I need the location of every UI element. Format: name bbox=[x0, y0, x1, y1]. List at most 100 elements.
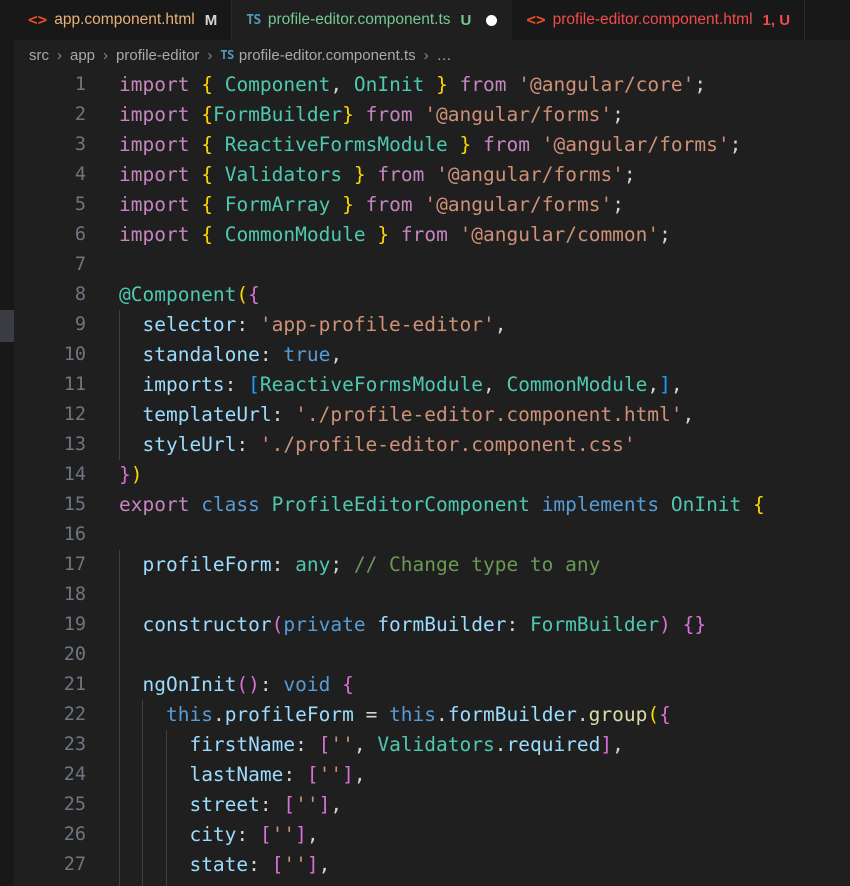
code-token: ] bbox=[342, 763, 354, 786]
code-line-text[interactable]: imports: [ReactiveFormsModule, CommonMod… bbox=[86, 370, 850, 400]
code-token: ] bbox=[295, 823, 307, 846]
line-number: 3 bbox=[74, 134, 86, 155]
code-line-text[interactable]: }) bbox=[86, 460, 850, 490]
code-line[interactable]: 26 city: [''], bbox=[14, 820, 850, 850]
breadcrumb-item-1[interactable]: app bbox=[69, 47, 96, 64]
code-line[interactable]: 25 street: [''], bbox=[14, 790, 850, 820]
code-line-text[interactable]: import { Validators } from '@angular/for… bbox=[86, 160, 850, 190]
code-line[interactable]: 11 imports: [ReactiveFormsModule, Common… bbox=[14, 370, 850, 400]
line-number: 14 bbox=[63, 464, 86, 485]
code-token: profileForm bbox=[142, 553, 272, 576]
code-token: CommonModule bbox=[224, 223, 366, 246]
code-line[interactable]: 24 lastName: [''], bbox=[14, 760, 850, 790]
code-line[interactable]: 4 import { Validators } from '@angular/fo… bbox=[14, 160, 850, 190]
code-line[interactable]: 10 standalone: true, bbox=[14, 340, 850, 370]
code-token: , bbox=[670, 373, 683, 396]
code-token: [ bbox=[283, 793, 296, 816]
code-line-text[interactable]: profileForm: any; // Change type to any bbox=[86, 550, 850, 580]
code-line[interactable]: 21 ngOnInit(): void { bbox=[14, 670, 850, 700]
code-line-text[interactable]: lastName: [''], bbox=[86, 760, 850, 790]
code-line[interactable]: 14}) bbox=[14, 460, 850, 490]
code-line-text[interactable]: ngOnInit(): void { bbox=[86, 670, 850, 700]
line-number: 26 bbox=[63, 824, 86, 845]
breadcrumb-item-3[interactable]: TS profile-editor.component.ts bbox=[219, 47, 416, 64]
code-token: from bbox=[400, 223, 448, 246]
code-line-text[interactable]: import { FormArray } from '@angular/form… bbox=[86, 190, 850, 220]
code-line[interactable]: 20 bbox=[14, 640, 850, 670]
code-line-text[interactable]: zip: [''], bbox=[86, 880, 850, 886]
unsaved-dot-icon[interactable] bbox=[486, 14, 498, 26]
code-line-text[interactable]: firstName: ['', Validators.required], bbox=[86, 730, 850, 760]
editor-tab-0[interactable]: <> app.component.html M bbox=[14, 0, 233, 40]
code-line-text[interactable]: import {FormBuilder} from '@angular/form… bbox=[86, 100, 850, 130]
line-number: 11 bbox=[63, 374, 86, 395]
breadcrumb-item-4[interactable]: … bbox=[436, 47, 453, 64]
activity-bar-slider[interactable] bbox=[0, 310, 14, 342]
line-number: 2 bbox=[74, 104, 86, 125]
code-line[interactable]: 1 import { Component, OnInit } from '@ang… bbox=[14, 70, 850, 100]
code-token: './profile-editor.component.html' bbox=[295, 403, 683, 426]
breadcrumb-item-2[interactable]: profile-editor bbox=[115, 47, 200, 64]
code-line[interactable]: 12 templateUrl: './profile-editor.compon… bbox=[14, 400, 850, 430]
code-token: { bbox=[201, 103, 213, 126]
code-content[interactable]: 1 import { Component, OnInit } from '@ang… bbox=[14, 70, 850, 886]
code-line[interactable]: 27 state: [''], bbox=[14, 850, 850, 880]
code-line-text[interactable]: street: [''], bbox=[86, 790, 850, 820]
code-line[interactable]: 17 profileForm: any; // Change type to a… bbox=[14, 550, 850, 580]
editor-tab-2[interactable]: <> profile-editor.component.html 1, U bbox=[512, 0, 806, 40]
code-line[interactable]: 23 firstName: ['', Validators.required], bbox=[14, 730, 850, 760]
code-line-text[interactable]: this.profileForm = this.formBuilder.grou… bbox=[86, 700, 850, 730]
line-number: 13 bbox=[63, 434, 86, 455]
code-line-text[interactable]: templateUrl: './profile-editor.component… bbox=[86, 400, 850, 430]
breadcrumb-separator-icon: › bbox=[103, 46, 109, 64]
code-token: imports bbox=[142, 373, 225, 396]
code-line[interactable]: 2 import {FormBuilder} from '@angular/for… bbox=[14, 100, 850, 130]
code-line[interactable]: 9 selector: 'app-profile-editor', bbox=[14, 310, 850, 340]
code-line[interactable]: 22 this.profileForm = this.formBuilder.g… bbox=[14, 700, 850, 730]
code-editor[interactable]: 1 import { Component, OnInit } from '@ang… bbox=[0, 70, 850, 886]
code-line[interactable]: 19 constructor(private formBuilder: Form… bbox=[14, 610, 850, 640]
code-line-text[interactable]: constructor(private formBuilder: FormBui… bbox=[86, 610, 850, 640]
code-line-text[interactable]: import { ReactiveFormsModule } from '@an… bbox=[86, 130, 850, 160]
code-line[interactable]: 8 @Component({ bbox=[14, 280, 850, 310]
code-line-text[interactable]: state: [''], bbox=[86, 850, 850, 880]
code-line[interactable]: 15 export class ProfileEditorComponent im… bbox=[14, 490, 850, 520]
code-line-text[interactable]: city: [''], bbox=[86, 820, 850, 850]
code-token: import bbox=[119, 163, 190, 186]
breadcrumb-separator-icon: › bbox=[57, 46, 62, 64]
typescript-file-icon: TS bbox=[246, 12, 261, 28]
editor-tab-label: app.component.html bbox=[54, 11, 195, 28]
code-line[interactable]: 28 zip: [''], bbox=[14, 880, 850, 886]
code-line-text[interactable]: styleUrl: './profile-editor.component.cs… bbox=[86, 430, 850, 460]
code-token: } bbox=[459, 133, 472, 156]
code-line-text[interactable]: standalone: true, bbox=[86, 340, 850, 370]
breadcrumb-item-0[interactable]: src bbox=[28, 47, 50, 64]
code-token: city bbox=[189, 823, 237, 846]
breadcrumb-item-label: … bbox=[436, 46, 452, 64]
code-line-text[interactable]: selector: 'app-profile-editor', bbox=[86, 310, 850, 340]
code-line-text[interactable]: @Component({ bbox=[86, 280, 850, 310]
code-line[interactable]: 5 import { FormArray } from '@angular/for… bbox=[14, 190, 850, 220]
code-line[interactable]: 18 bbox=[14, 580, 850, 610]
code-line[interactable]: 16 bbox=[14, 520, 850, 550]
code-line-text[interactable]: export class ProfileEditorComponent impl… bbox=[86, 490, 850, 520]
code-token: , bbox=[682, 403, 695, 426]
code-line-text[interactable]: import { Component, OnInit } from '@angu… bbox=[86, 70, 850, 100]
breadcrumb[interactable]: src › app › profile-editor › TS profile-editor.… bbox=[0, 40, 850, 70]
code-line[interactable]: 6 import { CommonModule } from '@angular/… bbox=[14, 220, 850, 250]
code-line-text[interactable]: import { CommonModule } from '@angular/c… bbox=[86, 220, 850, 250]
code-line[interactable]: 7 bbox=[14, 250, 850, 280]
editor-tab-1[interactable]: TS profile-editor.component.ts U bbox=[232, 0, 513, 40]
code-token: [ bbox=[248, 373, 260, 396]
code-line[interactable]: 3 import { ReactiveFormsModule } from '@a… bbox=[14, 130, 850, 160]
code-line[interactable]: 13 styleUrl: './profile-editor.component… bbox=[14, 430, 850, 460]
